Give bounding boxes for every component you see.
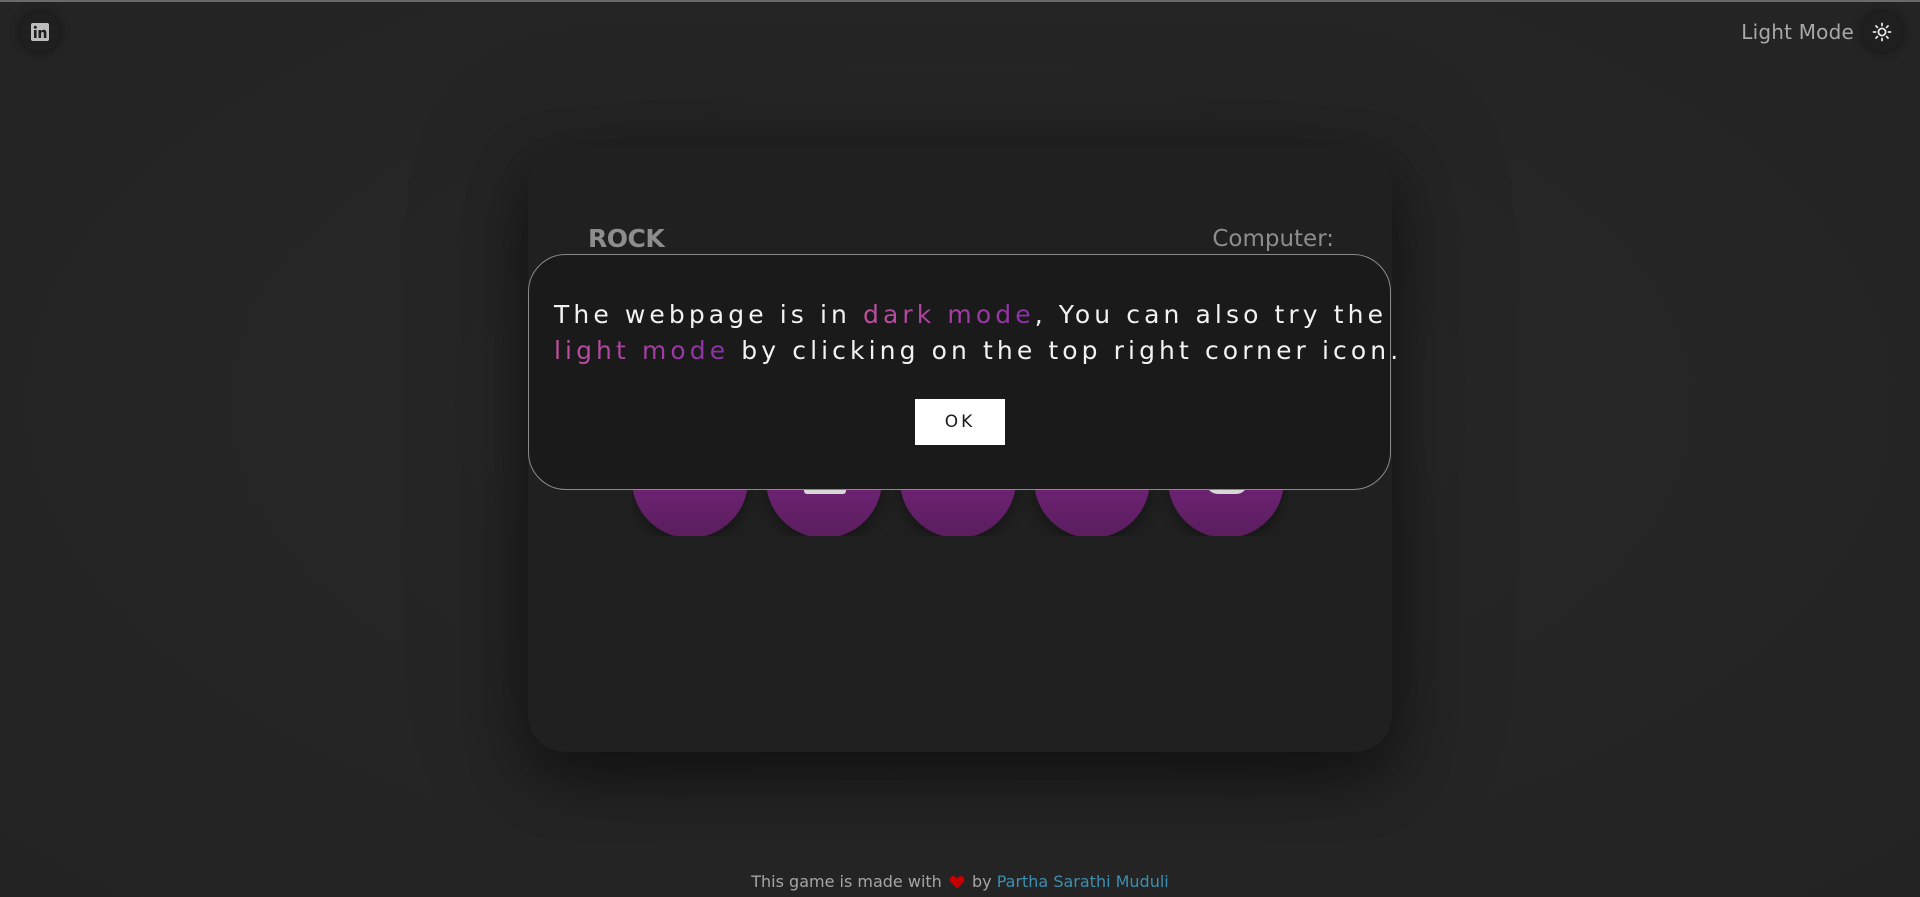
page: Light Mode ROCK Computer: The webpage is… (0, 0, 1920, 897)
footer-by: by (971, 872, 992, 891)
heart-icon (949, 875, 965, 889)
footer: This game is made with by Partha Sarathi… (0, 872, 1920, 891)
dialog-message: The webpage is in dark mode, You can als… (554, 297, 1398, 369)
linkedin-button[interactable] (20, 12, 60, 52)
footer-prefix: This game is made with (751, 872, 942, 891)
computer-choice-label: Computer: (1212, 226, 1334, 252)
top-divider (0, 0, 1920, 2)
sun-icon (1872, 22, 1892, 42)
sun-button[interactable] (1862, 12, 1902, 52)
ok-button[interactable]: OK (915, 399, 1005, 445)
dialog-text-part-1: The webpage is in (554, 300, 863, 329)
player-choice-label: ROCK (588, 224, 665, 253)
mode-info-dialog: The webpage is in dark mode, You can als… (528, 254, 1398, 490)
dark-mode-highlight: dark mode (862, 300, 1035, 329)
mode-label: Light Mode (1741, 20, 1854, 44)
author-link[interactable]: Partha Sarathi Muduli (997, 872, 1169, 891)
light-mode-toggle[interactable]: Light Mode (1741, 12, 1902, 52)
dialog-text-part-2: , You can also try the (1034, 300, 1388, 329)
dialog-text-part-3: by clicking on the top right corner icon… (729, 336, 1403, 365)
linkedin-icon (31, 23, 49, 41)
light-mode-highlight: light mode (554, 336, 730, 365)
